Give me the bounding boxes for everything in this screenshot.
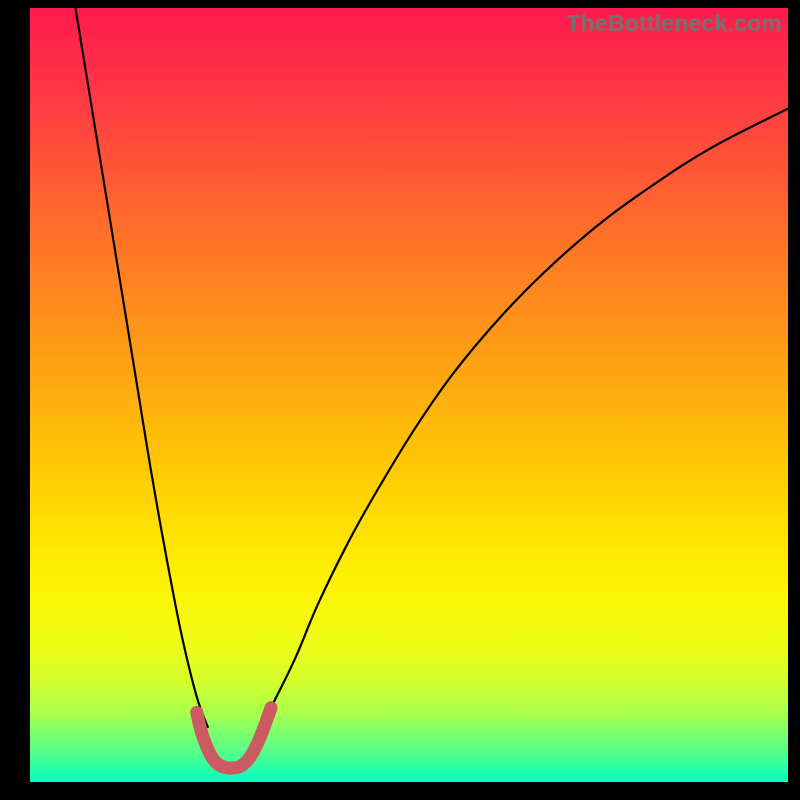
chart-background bbox=[30, 8, 788, 782]
series-bottom-highlight bbox=[197, 708, 271, 768]
watermark-text: TheBottleneck.com bbox=[566, 10, 782, 37]
series-curve-left bbox=[75, 8, 208, 728]
chart-svg bbox=[30, 8, 788, 782]
series-curve-right bbox=[257, 109, 788, 736]
